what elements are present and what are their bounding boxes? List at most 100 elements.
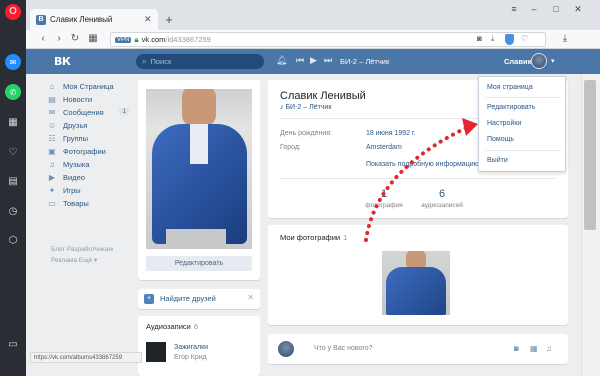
vk-header: ВК ⌕ Поиск 🔔︎ ⏮︎ ▶ ⏭︎ БИ-2 – Лётчик Слав… [26,49,600,74]
dropdown-item-logout[interactable]: Выйти [487,157,508,164]
browser-tab[interactable]: B Славик Ленивый ✕ [30,9,158,30]
dropdown-item-edit[interactable]: Редактировать [487,104,535,111]
bookmark-heart-icon[interactable]: ♡ [521,34,528,43]
opera-logo-icon[interactable]: O [5,4,21,20]
new-post-box[interactable]: Что у Вас нового? ◙ ▦ ♫ [268,334,568,364]
post-input-placeholder[interactable]: Что у Вас нового? [314,345,373,352]
birthday-label: День рождения: [280,130,332,137]
now-playing-track[interactable]: БИ-2 – Лётчик [340,57,389,66]
profile-photo[interactable] [146,89,252,249]
notifications-bell-icon[interactable]: 🔔︎ [276,55,287,66]
new-tab-icon[interactable]: + [162,12,176,27]
avatar [278,341,294,357]
history-clock-icon[interactable]: ◷ [5,203,21,219]
album-cover[interactable] [146,342,166,362]
search-placeholder: Поиск [150,57,172,66]
divider [485,150,561,151]
tabs-grid-icon[interactable]: ▦ [86,32,100,46]
audio-count: 6 [193,322,199,331]
header-avatar[interactable] [531,53,547,69]
find-friends-card[interactable]: + Найдите друзей ✕ [138,289,260,309]
sidebar-item-groups[interactable]: ☷ Группы [47,132,137,145]
add-friend-icon: + [144,294,154,304]
video-icon[interactable]: ▦ [530,344,538,353]
camera-icon[interactable]: ◙ [477,34,482,43]
music-icon[interactable]: ♫ [546,344,552,353]
photos-icon: ▣ [48,146,56,156]
photos-count: 1 [343,233,348,242]
photos-title[interactable]: Мои фотографии 1 [280,233,347,242]
sidebar-item-friends[interactable]: ☺ Друзья [47,119,137,132]
city-value[interactable]: Amsterdam [366,144,402,151]
player-next-icon[interactable]: ⏭︎ [324,55,332,66]
messenger-icon[interactable]: ✉ [5,54,21,70]
header-user-name[interactable]: Славик [504,57,531,66]
tab-close-icon[interactable]: ✕ [144,14,154,25]
sidebar-item-my-page[interactable]: ⌂ Моя Страница [47,80,137,93]
news-feed-icon[interactable]: ▤ [5,173,21,189]
forward-icon[interactable]: › [52,32,66,46]
lock-icon[interactable]: 🔒︎ [134,35,138,45]
sidebar-item-goods[interactable]: ▭ Товары [47,197,137,210]
messages-count-badge: 1 [119,108,129,115]
speed-dial-icon[interactable]: ▦ [5,114,21,130]
close-icon[interactable]: ✕ [247,293,254,302]
sidebar-item-games[interactable]: ✦ Игры [47,184,137,197]
sidebar-footer-links-2[interactable]: Реклама Ещё ▾ [51,256,97,264]
sidebar-item-video[interactable]: ▶ Видео [47,171,137,184]
sidebar-item-photos[interactable]: ▣ Фотографии [47,145,137,158]
bookmarks-heart-icon[interactable]: ♡ [5,144,21,160]
show-more-info-link[interactable]: Показать подробную информацию [366,161,479,168]
vk-logo[interactable]: ВК [54,55,76,68]
birthday-value[interactable]: 18 июня 1992 г. [366,130,416,137]
stat-photos-label[interactable]: фотография [354,202,414,209]
video-icon: ▶ [48,172,56,182]
sidebar-item-music[interactable]: ♫ Музыка [47,158,137,171]
profile-name: Славик Ленивый [280,90,366,102]
stat-audio-count[interactable]: 6 [412,188,472,200]
goods-icon: ▭ [48,198,56,208]
search-input[interactable]: ⌕ Поиск [136,54,264,69]
stat-audio-label[interactable]: аудиозаписей [412,202,472,209]
extensions-cube-icon[interactable]: ⬡ [5,232,21,248]
photos-card: Мои фотографии 1 [268,225,568,325]
sidebar-item-news[interactable]: ▤ Новости [47,93,137,106]
dropdown-item-help[interactable]: Помощь [487,136,514,143]
audio-title[interactable]: Аудиозаписи 6 [146,322,198,331]
menu-filter-icon[interactable]: ≡ [506,4,522,14]
edit-profile-button[interactable]: Редактировать [146,256,252,271]
download-arrow-icon[interactable]: ⤓ [491,34,495,44]
friends-icon: ☺ [47,120,57,130]
track-artist[interactable]: Егор Крид [174,354,207,361]
player-play-icon[interactable]: ▶ [310,55,317,66]
minimize-icon[interactable]: – [526,4,542,14]
chevron-down-icon[interactable]: ▾ [551,57,555,65]
whatsapp-icon[interactable]: ✆ [5,84,21,100]
sidebar-item-label: Музыка [63,160,90,169]
back-icon[interactable]: ‹ [36,32,50,46]
track-name[interactable]: Зажигалки [174,344,208,351]
sidebar-item-label: Товары [63,199,89,208]
adblock-shield-icon[interactable] [505,34,514,45]
download-icon[interactable]: ⤓ [558,32,572,46]
sidebar-footer-links[interactable]: Блог Разработчикам [51,246,113,253]
scrollbar-thumb[interactable] [584,80,596,230]
sidebar-item-label: Фотографии [63,147,106,156]
address-bar[interactable]: VPN 🔒︎ vk.com/id433867259 ◙ ⤓ ♡ [110,32,546,47]
close-window-icon[interactable]: ✕ [570,4,586,15]
camera-icon[interactable]: ◙ [514,344,519,353]
profile-status[interactable]: ♪ БИ-2 – Лётчик [280,104,331,111]
sidebar-item-messages[interactable]: ✉ Сообщения 1 [47,106,137,119]
dropdown-item-settings[interactable]: Настройки [487,120,521,127]
dropdown-item-my-page[interactable]: Моя страница [487,84,533,91]
vpn-badge[interactable]: VPN [115,36,132,43]
maximize-icon[interactable]: □ [548,4,564,14]
tab-favicon: B [36,14,46,25]
player-prev-icon[interactable]: ⏮︎ [296,55,304,66]
divider [280,178,556,179]
sidebar-toggle-icon[interactable]: ▭ [5,336,21,352]
sidebar-item-label: Новости [63,95,93,104]
reload-icon[interactable]: ↻ [68,32,82,46]
photo-thumbnail[interactable] [382,251,450,315]
stat-photos-count[interactable]: 1 [354,188,414,200]
